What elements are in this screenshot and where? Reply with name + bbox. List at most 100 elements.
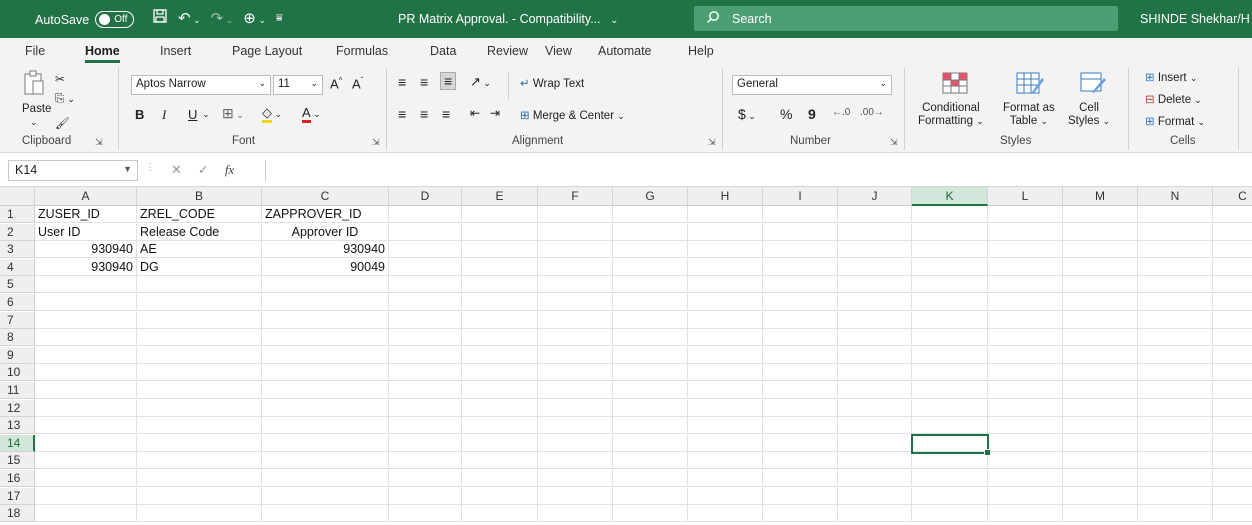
cell-b17[interactable] [137, 487, 262, 505]
cell-c16[interactable] [262, 470, 389, 487]
cell-m6[interactable] [1063, 294, 1138, 311]
formula-input[interactable] [265, 160, 1245, 181]
column-header-j[interactable]: J [838, 187, 912, 206]
cell-n18[interactable] [1138, 505, 1213, 523]
cell-f15[interactable] [538, 452, 613, 470]
font-size-select[interactable]: 11 ⌄ [273, 75, 323, 95]
format-painter-icon[interactable]: 🖌 [55, 116, 70, 130]
cell-l14[interactable] [988, 434, 1063, 452]
row-header-9[interactable]: 9 [0, 346, 35, 364]
cell-n4[interactable] [1138, 258, 1213, 276]
cell-n12[interactable] [1138, 399, 1213, 417]
cell-e3[interactable] [462, 241, 538, 259]
name-box[interactable]: K14 ▼ [8, 160, 138, 181]
cell-j2[interactable] [838, 223, 912, 241]
cell-j5[interactable] [838, 276, 912, 294]
row-header-10[interactable]: 10 [0, 364, 35, 382]
cell-j12[interactable] [838, 399, 912, 417]
cell-b11[interactable] [137, 382, 262, 399]
cell-b2[interactable]: Release Code [137, 223, 262, 241]
cell-a15[interactable] [35, 452, 137, 470]
format-as-table-button[interactable]: Format as Table ⌄ [1003, 102, 1055, 128]
cell-c6[interactable] [262, 294, 389, 311]
cell-f1[interactable] [538, 206, 613, 223]
cell-f2[interactable] [538, 223, 613, 241]
cell-j11[interactable] [838, 382, 912, 399]
cell-g13[interactable] [613, 417, 688, 435]
cell-i9[interactable] [763, 346, 838, 364]
cell-i5[interactable] [763, 276, 838, 294]
cell-n16[interactable] [1138, 470, 1213, 487]
cell-g17[interactable] [613, 487, 688, 505]
cell-h5[interactable] [688, 276, 763, 294]
column-header-i[interactable]: I [763, 187, 838, 206]
cell-c18[interactable] [262, 505, 389, 523]
tab-view[interactable]: View [545, 44, 572, 58]
cell-c17[interactable] [262, 487, 389, 505]
cell-f16[interactable] [538, 470, 613, 487]
align-center-icon[interactable]: ≡ [420, 106, 428, 122]
cell-h10[interactable] [688, 364, 763, 382]
cell-k8[interactable] [912, 329, 988, 347]
column-header-b[interactable]: B [137, 187, 262, 206]
cell-i11[interactable] [763, 382, 838, 399]
cell-i18[interactable] [763, 505, 838, 523]
cell-l4[interactable] [988, 258, 1063, 276]
cell-g3[interactable] [613, 241, 688, 259]
tab-file[interactable]: File [25, 44, 45, 58]
cell-n1[interactable] [1138, 206, 1213, 223]
italic-button[interactable]: I [162, 107, 166, 123]
cell-i7[interactable] [763, 311, 838, 329]
percent-button[interactable]: % [780, 106, 792, 122]
increase-decimal-icon[interactable]: ←.0 [832, 107, 850, 118]
cell-c17[interactable] [1213, 488, 1252, 505]
row-header-15[interactable]: 15 [0, 452, 35, 470]
cell-k9[interactable] [912, 346, 988, 364]
cell-c9[interactable] [262, 346, 389, 364]
cell-c16[interactable] [1213, 470, 1252, 487]
cell-i17[interactable] [763, 487, 838, 505]
paste-dropdown-icon[interactable]: ⌄ [30, 117, 38, 128]
cell-b6[interactable] [137, 294, 262, 311]
cell-k17[interactable] [912, 487, 988, 505]
cell-n10[interactable] [1138, 364, 1213, 382]
cell-a11[interactable] [35, 382, 137, 399]
customize-qat-icon[interactable]: ⩸ [276, 12, 283, 25]
cell-l12[interactable] [988, 399, 1063, 417]
cell-g5[interactable] [613, 276, 688, 294]
cell-j7[interactable] [838, 311, 912, 329]
cell-i14[interactable] [763, 434, 838, 452]
cell-c10[interactable] [262, 364, 389, 382]
cell-k6[interactable] [912, 294, 988, 311]
cell-k11[interactable] [912, 382, 988, 399]
cell-a6[interactable] [35, 294, 137, 311]
cell-a18[interactable] [35, 505, 137, 523]
align-bottom-icon[interactable]: ≡ [440, 72, 457, 90]
cell-a16[interactable] [35, 470, 137, 487]
cell-f11[interactable] [538, 382, 613, 399]
column-header-g[interactable]: G [613, 187, 688, 206]
row-header-14[interactable]: 14 [0, 434, 35, 452]
cell-i16[interactable] [763, 470, 838, 487]
cell-m3[interactable] [1063, 241, 1138, 259]
cell-k3[interactable] [912, 241, 988, 259]
undo-icon[interactable]: ↶ ⌄ [178, 9, 201, 27]
font-color-icon[interactable]: A ⌄ [302, 105, 321, 123]
cell-j16[interactable] [838, 470, 912, 487]
clipboard-launcher-icon[interactable]: ⇲ [95, 137, 103, 148]
cell-b3[interactable]: AE [137, 241, 262, 259]
row-header-3[interactable]: 3 [0, 241, 35, 259]
cell-f10[interactable] [538, 364, 613, 382]
format-painter-icon[interactable]: ⊕ ⌄ [243, 9, 266, 27]
cell-c8[interactable] [262, 329, 389, 347]
underline-button[interactable]: U [188, 107, 197, 122]
row-header-1[interactable]: 1 [0, 206, 35, 223]
cell-f9[interactable] [538, 346, 613, 364]
cell-g11[interactable] [613, 382, 688, 399]
cell-c6[interactable] [1213, 294, 1252, 311]
cell-l8[interactable] [988, 329, 1063, 347]
worksheet-grid[interactable]: A B C D E F G H I J K L M N C 1 ZUSER_ID ZREL_CODE ZAPPROV… [0, 187, 1252, 525]
cell-i12[interactable] [763, 399, 838, 417]
cell-c15[interactable] [262, 452, 389, 470]
column-header-l[interactable]: L [988, 187, 1063, 206]
